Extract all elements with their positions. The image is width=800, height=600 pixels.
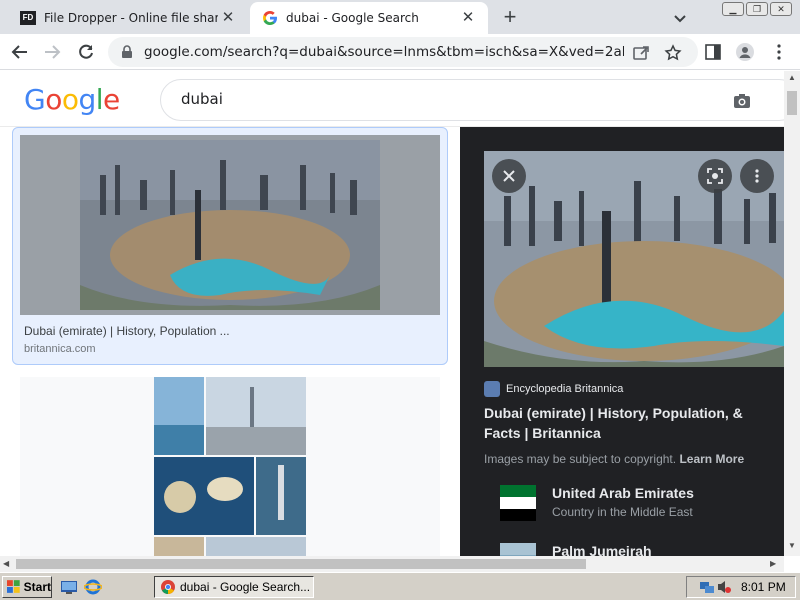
restore-icon[interactable]: ❐ [746,2,768,16]
search-box[interactable] [160,79,800,121]
result-source[interactable]: britannica.com [24,343,96,355]
image-preview-panel: Encyclopedia Britannica Dubai (emirate) … [460,127,784,556]
address-bar[interactable]: google.com/search?q=dubai&source=lnms&tb… [108,37,698,67]
menu-kebab-icon[interactable] [770,43,788,61]
clock[interactable]: 8:01 PM [741,580,786,594]
britannica-logo-icon [484,381,500,397]
taskbar-item-chrome[interactable]: dubai - Google Search... [154,576,314,598]
windows-taskbar: Start dubai - Google Search... 8:01 PM [0,572,800,600]
scroll-right-icon[interactable]: ▶ [770,559,776,568]
windows-logo-icon [7,580,20,593]
share-icon[interactable] [632,44,650,62]
url-text[interactable]: google.com/search?q=dubai&source=lnms&tb… [144,44,624,60]
vertical-scroll-thumb[interactable] [787,91,797,115]
close-tab-icon[interactable]: ✕ [218,8,238,28]
search-input[interactable] [181,90,681,108]
google-logo[interactable]: Google [24,83,120,116]
lens-search-icon[interactable] [698,159,732,193]
copyright-notice: Images may be subject to copyright. Lear… [484,452,744,466]
lock-icon[interactable] [120,45,134,59]
volume-muted-icon[interactable] [717,579,731,595]
source-name: Encyclopedia Britannica [506,383,624,395]
start-button[interactable]: Start [2,576,52,598]
file-dropper-favicon-icon: FD [20,10,36,26]
more-options-icon[interactable] [740,159,774,193]
camera-search-icon[interactable] [733,92,751,110]
tab-google-search[interactable]: dubai - Google Search ✕ [250,2,488,34]
entity-description: Country in the Middle East [552,505,693,519]
reload-icon[interactable] [74,40,98,64]
google-header: Google [0,71,800,127]
uae-flag-icon [500,485,536,521]
result-caption[interactable]: Dubai (emirate) | History, Population ..… [24,324,230,338]
related-entity[interactable]: Palm Jumeirah [500,543,652,556]
back-icon[interactable] [8,40,32,64]
system-tray: 8:01 PM [686,576,796,598]
preview-title[interactable]: Dubai (emirate) | History, Population, &… [484,403,774,443]
show-desktop-icon[interactable] [60,579,78,595]
entity-name: Palm Jumeirah [552,543,652,556]
close-window-icon[interactable]: ✕ [770,2,792,16]
close-tab-icon[interactable]: ✕ [458,8,478,28]
copyright-text: Images may be subject to copyright. [484,452,677,466]
browser-toolbar: google.com/search?q=dubai&source=lnms&tb… [0,34,800,70]
tab-title: File Dropper - Online file sharing [44,11,218,25]
network-icon[interactable] [699,579,715,595]
image-result-card-selected[interactable]: Dubai (emirate) | History, Population ..… [12,127,448,365]
scroll-up-icon[interactable]: ▲ [788,73,796,82]
learn-more-link[interactable]: Learn More [679,452,744,466]
vertical-scrollbar[interactable]: ▲ ▼ [784,71,800,556]
tab-strip: FD File Dropper - Online file sharing ✕ … [0,0,800,34]
palm-jumeirah-thumbnail [500,543,536,556]
close-preview-icon[interactable] [492,159,526,193]
google-favicon-icon [262,10,278,26]
internet-explorer-icon[interactable] [83,579,103,595]
related-entity[interactable]: United Arab Emirates Country in the Midd… [500,485,694,521]
scroll-left-icon[interactable]: ◀ [3,559,9,568]
chrome-icon [161,580,175,594]
new-tab-button[interactable]: + [498,6,522,30]
start-label: Start [23,580,51,594]
dubai-collage-thumbnail[interactable] [20,377,440,556]
preview-image[interactable] [484,151,784,367]
image-result-card[interactable] [20,377,440,556]
tab-file-dropper[interactable]: FD File Dropper - Online file sharing ✕ [8,2,248,34]
bookmark-star-icon[interactable] [664,44,682,62]
horizontal-scroll-thumb[interactable] [16,559,586,569]
dubai-aerial-thumbnail[interactable] [20,135,440,315]
horizontal-scrollbar[interactable]: ◀ ▶ [0,556,784,572]
forward-icon[interactable] [40,40,64,64]
tab-title: dubai - Google Search [286,11,419,25]
side-panel-icon[interactable] [704,43,722,61]
chevron-down-icon[interactable] [670,8,690,28]
entity-name: United Arab Emirates [552,485,694,501]
profile-avatar-icon[interactable] [736,43,754,61]
image-results: Dubai (emirate) | History, Population ..… [0,127,460,556]
preview-source[interactable]: Encyclopedia Britannica [484,381,623,397]
minimize-icon[interactable]: ▁ [722,2,744,16]
taskbar-item-label: dubai - Google Search... [180,580,311,594]
window-controls: ▁ ❐ ✕ [722,2,792,16]
scroll-down-icon[interactable]: ▼ [788,541,796,550]
